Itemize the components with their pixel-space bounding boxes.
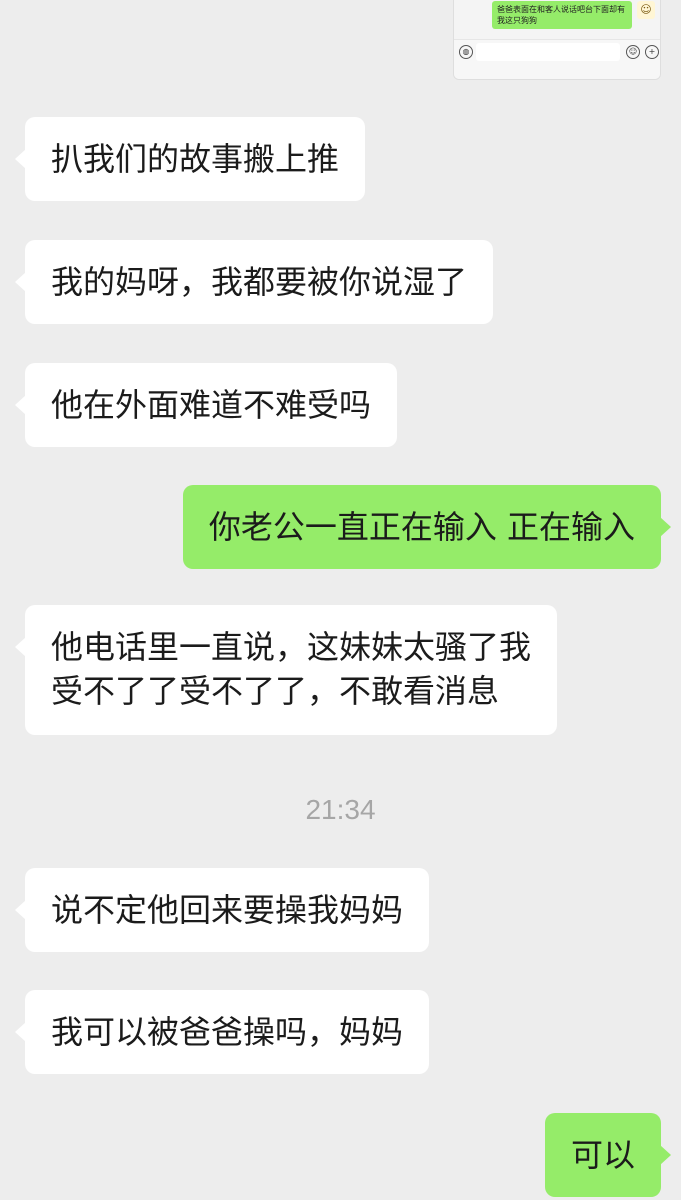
message-bubble-incoming[interactable]: 他电话里一直说，这妹妹太骚了我 受不了了受不了了，不敢看消息 bbox=[14, 605, 558, 735]
message-bubble-incoming[interactable]: 说不定他回来要操我妈妈 bbox=[14, 868, 430, 952]
voice-icon[interactable]: ◍ bbox=[459, 45, 473, 59]
message-bubble-outgoing[interactable]: 可以 bbox=[544, 1113, 672, 1197]
message-bubble-incoming[interactable]: 我的妈呀，我都要被你说湿了 bbox=[14, 240, 494, 324]
message-bubble-incoming[interactable]: 他在外面难道不难受吗 bbox=[14, 363, 398, 447]
message-bubble-incoming[interactable]: 扒我们的故事搬上推 bbox=[14, 117, 366, 201]
message-line: 他电话里一直说，这妹妹太骚了我 bbox=[51, 628, 532, 666]
preview-message-bubble: 爸爸表面在和客人说话吧台下面却有我这只狗狗 bbox=[492, 1, 632, 29]
plus-icon[interactable]: + bbox=[645, 45, 659, 59]
emoji-icon[interactable]: ☺ bbox=[626, 45, 640, 59]
preview-input-bar: ◍ ☺ + bbox=[454, 39, 660, 79]
message-bubble-incoming[interactable]: 我可以被爸爸操吗，妈妈 bbox=[14, 990, 430, 1074]
message-input[interactable] bbox=[476, 43, 620, 61]
avatar: ☺ bbox=[637, 1, 655, 19]
message-line: 受不了了受不了了，不敢看消息 bbox=[51, 672, 500, 710]
timestamp: 21:34 bbox=[305, 794, 376, 825]
chat-preview-thumbnail: 爸爸表面在和客人说话吧台下面却有我这只狗狗 ☺ ◍ ☺ + bbox=[453, 0, 661, 80]
message-bubble-outgoing[interactable]: 你老公一直正在输入 正在输入 bbox=[182, 485, 672, 569]
